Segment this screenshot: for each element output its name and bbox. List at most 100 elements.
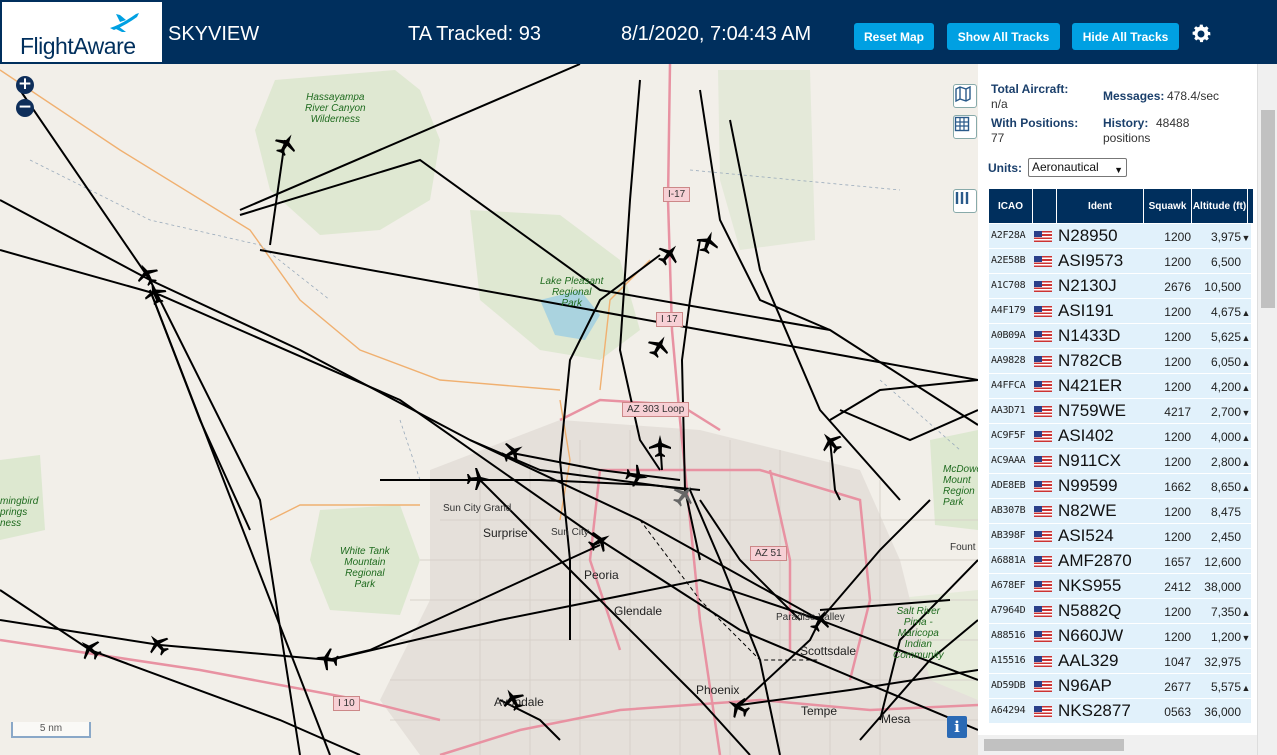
cell-ident: N28950 — [1058, 226, 1118, 245]
aircraft-icon[interactable] — [271, 129, 301, 159]
cell-altitude: 4,675▲ — [1211, 305, 1251, 319]
cell-squawk: 1662 — [1164, 480, 1191, 494]
col-ident[interactable]: Ident — [1057, 189, 1144, 223]
table-row[interactable]: A4FFCA N421ER 1200 4,200▲ — [989, 374, 1253, 399]
app-name: SKYVIEW — [168, 23, 260, 45]
table-row[interactable]: A7964D N5882Q 1200 7,350▲ — [989, 599, 1253, 624]
col-icao[interactable]: ICAO — [989, 189, 1033, 223]
table-row[interactable]: A6881A AMF2870 1657 12,600 — [989, 549, 1253, 574]
table-row[interactable]: AC9AAA N911CX 1200 2,800▲ — [989, 449, 1253, 474]
altitude-trend-icon: ▼ — [1241, 408, 1251, 418]
top-header: FlightAware SKYVIEW TA Tracked: 93 8/1/2… — [0, 0, 1277, 64]
table-row[interactable]: A15516 AAL329 1047 32,975 — [989, 649, 1253, 674]
table-row[interactable]: A2E58B ASI9573 1200 6,500 — [989, 249, 1253, 274]
table-row[interactable]: A1C708 N2130J 2676 10,500 — [989, 274, 1253, 299]
table-row[interactable]: AB307B N82WE 1200 8,475 — [989, 499, 1253, 524]
reset-map-button[interactable]: Reset Map — [854, 23, 934, 50]
cell-altitude: 32,975 — [1204, 655, 1251, 669]
table-row[interactable]: AA9828 N782CB 1200 6,050▲ — [989, 349, 1253, 374]
cell-icao: A88516 — [991, 630, 1026, 641]
scrollbar-thumb[interactable] — [1261, 110, 1275, 308]
aircraft-icon[interactable] — [654, 239, 685, 270]
aircraft-icon[interactable] — [498, 684, 528, 714]
aircraft-icon[interactable] — [723, 692, 753, 722]
cell-ident: N1433D — [1058, 326, 1121, 345]
table-row[interactable]: AA3D71 N759WE 4217 2,700▼ — [989, 399, 1253, 424]
altitude-trend-icon: ▼ — [1241, 233, 1251, 243]
cell-ident: NKS2877 — [1058, 701, 1131, 720]
us-flag-icon — [1034, 431, 1052, 442]
col-flag[interactable] — [1033, 189, 1057, 223]
altitude-trend-icon: ▲ — [1241, 383, 1251, 393]
info-button[interactable]: i — [947, 716, 967, 738]
columns-toggle-button[interactable] — [953, 189, 977, 213]
altitude-value: 6,500 — [1210, 255, 1241, 269]
aircraft-icon[interactable] — [498, 437, 528, 467]
aircraft-icon[interactable] — [649, 435, 671, 457]
gear-icon[interactable] — [1189, 22, 1213, 46]
horizontal-scrollbar[interactable] — [978, 735, 1257, 755]
table-row[interactable]: AD59DB N96AP 2677 5,575▲ — [989, 674, 1253, 699]
aircraft-icon[interactable] — [314, 646, 339, 671]
table-row[interactable]: A88516 N660JW 1200 1,200▼ — [989, 624, 1253, 649]
map-layers-button[interactable] — [953, 84, 977, 108]
aircraft-icon[interactable] — [75, 634, 106, 665]
altitude-value: 7,350 — [1210, 605, 1241, 619]
hide-all-tracks-button[interactable]: Hide All Tracks — [1072, 23, 1179, 50]
units-select[interactable]: Aeronautical ▼ — [1028, 158, 1127, 177]
cell-icao: A678EF — [991, 580, 1026, 591]
sidebar-scrollbar[interactable] — [1257, 64, 1277, 755]
aircraft-icon[interactable] — [694, 228, 722, 256]
cell-squawk: 0563 — [1164, 705, 1191, 719]
table-row[interactable]: ADE8EB N99599 1662 8,650▲ — [989, 474, 1253, 499]
grid-toggle-button[interactable] — [953, 115, 977, 139]
table-row[interactable]: A0B09A N1433D 1200 5,625▲ — [989, 324, 1253, 349]
aircraft-icon[interactable] — [141, 279, 169, 307]
cell-icao: A2E58B — [991, 255, 1026, 266]
cell-altitude: 2,450 — [1211, 530, 1251, 544]
altitude-value: 10,500 — [1204, 280, 1241, 294]
col-squawk[interactable]: Squawk — [1144, 189, 1192, 223]
altitude-trend-icon: ▲ — [1241, 458, 1251, 468]
altitude-value: 8,650 — [1210, 480, 1241, 494]
cell-squawk: 1200 — [1164, 605, 1191, 619]
aircraft-icon[interactable] — [143, 629, 174, 660]
aircraft-icon[interactable] — [816, 427, 847, 458]
aircraft-icon[interactable] — [669, 480, 700, 511]
cell-altitude: 1,200▼ — [1211, 630, 1251, 644]
aircraft-icon[interactable] — [805, 605, 835, 635]
cell-altitude: 5,625▲ — [1211, 330, 1251, 344]
aircraft-icon[interactable] — [585, 526, 615, 556]
altitude-value: 5,575 — [1210, 680, 1241, 694]
altitude-value: 12,600 — [1204, 555, 1241, 569]
cell-altitude: 38,000 — [1204, 580, 1251, 594]
aircraft-icon[interactable] — [132, 259, 162, 289]
aircraft-svg — [75, 129, 847, 722]
aircraft-icon[interactable] — [644, 331, 674, 361]
col-altitude[interactable]: Altitude (ft) — [1192, 189, 1248, 223]
table-row[interactable]: AC9F5F ASI402 1200 4,000▲ — [989, 424, 1253, 449]
aircraft-icon[interactable] — [624, 463, 649, 488]
cell-squawk: 1200 — [1164, 530, 1191, 544]
table-row[interactable]: A678EF NKS955 2412 38,000 — [989, 574, 1253, 599]
total-aircraft-value: n/a — [991, 97, 1008, 111]
table-row[interactable]: A64294 NKS2877 0563 36,000 — [989, 699, 1253, 724]
units-label: Units: — [988, 161, 1022, 175]
logo[interactable]: FlightAware — [2, 2, 162, 62]
aircraft-icon[interactable] — [467, 468, 489, 490]
table-row[interactable]: A4F179 ASI191 1200 4,675▲ — [989, 299, 1253, 324]
table-row[interactable]: AB398F ASI524 1200 2,450 — [989, 524, 1253, 549]
logo-text: FlightAware — [20, 33, 136, 59]
chevron-down-icon: ▼ — [1114, 165, 1123, 175]
horizontal-scrollbar-thumb[interactable] — [984, 739, 1124, 751]
units-selected-value: Aeronautical — [1032, 160, 1099, 174]
us-flag-icon — [1034, 681, 1052, 692]
cell-altitude: 8,475 — [1211, 505, 1251, 519]
cell-squawk: 1200 — [1164, 330, 1191, 344]
table-row[interactable]: A2F28A N28950 1200 3,975▼ — [989, 224, 1253, 249]
map-canvas[interactable]: Hassayampa River Canyon Wilderness Lake Pl… — [0, 64, 978, 755]
zoom-out-button[interactable]: − — [16, 99, 34, 117]
zoom-in-button[interactable]: + — [16, 76, 34, 94]
show-all-tracks-button[interactable]: Show All Tracks — [947, 23, 1060, 50]
altitude-value: 2,800 — [1210, 455, 1241, 469]
